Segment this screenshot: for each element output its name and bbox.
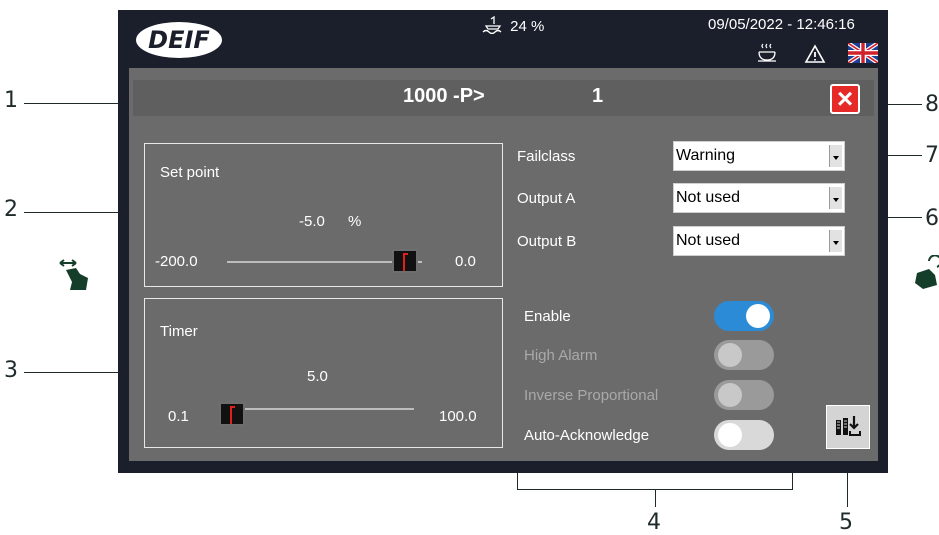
auto-acknowledge-toggle[interactable]	[714, 420, 774, 450]
output-a-label: Output A	[517, 190, 576, 207]
callout-bracket-4	[517, 489, 793, 490]
parameter-index: 1	[592, 85, 604, 107]
uk-flag-icon[interactable]	[848, 43, 878, 63]
chevron-down-icon	[829, 187, 842, 209]
timer-box: Timer 5.0 0.1 100.0	[144, 298, 503, 448]
status-icons	[752, 42, 882, 64]
callout-4: 4	[647, 510, 661, 535]
setpoint-label: Set point	[160, 164, 220, 181]
fuel-level: 24 %	[480, 15, 545, 35]
setpoint-unit: %	[348, 213, 362, 230]
inverse-proportional-label: Inverse Proportional	[524, 387, 659, 404]
failclass-select[interactable]: Warning	[673, 141, 845, 171]
fuel-icon	[482, 15, 502, 35]
callout-6: 6	[925, 206, 939, 231]
dialog-title-bar: 1000 -P> 1 ×	[133, 80, 874, 116]
timer-value: 5.0	[307, 368, 328, 385]
heater-icon[interactable]	[756, 42, 778, 64]
callout-1: 1	[4, 88, 18, 113]
callout-5: 5	[839, 510, 853, 535]
output-a-select[interactable]: Not used	[673, 183, 845, 213]
output-b-select[interactable]: Not used	[673, 226, 845, 256]
settings-dialog: 1000 -P> 1 × Set point -5.0 % -200.0 0.0…	[129, 68, 878, 461]
high-alarm-label: High Alarm	[524, 347, 598, 364]
timer-slider-track[interactable]	[239, 408, 414, 410]
close-button[interactable]: ×	[830, 84, 860, 114]
output-b-value: Not used	[676, 232, 741, 249]
failclass-value: Warning	[676, 147, 735, 164]
setpoint-max: 0.0	[455, 253, 476, 270]
download-button[interactable]	[826, 405, 870, 449]
download-icon	[836, 416, 861, 436]
callout-3: 3	[4, 358, 18, 383]
chevron-down-icon	[829, 230, 842, 252]
enable-label: Enable	[524, 308, 571, 325]
setpoint-value: -5.0	[299, 213, 325, 230]
inverse-proportional-toggle[interactable]	[714, 380, 774, 410]
parameter-name: 1000 -P>	[403, 85, 485, 107]
datetime: 09/05/2022 - 12:46:16	[708, 16, 855, 33]
callout-2: 2	[4, 197, 18, 222]
deif-logo: DEIF	[136, 22, 222, 58]
timer-slider-thumb[interactable]	[219, 402, 245, 426]
output-a-value: Not used	[676, 189, 741, 206]
failclass-label: Failclass	[517, 148, 576, 165]
fuel-value: 24 %	[510, 18, 545, 35]
callout-line-4-v	[655, 489, 656, 507]
callout-7: 7	[925, 143, 939, 168]
output-b-label: Output B	[517, 233, 577, 250]
timer-min: 0.1	[168, 408, 189, 425]
top-bar: DEIF 24 % 09/05/2022 - 12:46:16	[118, 10, 888, 68]
timer-label: Timer	[160, 323, 198, 340]
callout-8: 8	[925, 92, 939, 117]
warning-icon[interactable]	[804, 44, 826, 64]
auto-acknowledge-label: Auto-Acknowledge	[524, 427, 650, 444]
setpoint-box: Set point -5.0 % -200.0 0.0	[144, 143, 503, 287]
swipe-hand-icon	[56, 258, 92, 301]
controller-screen: DEIF 24 % 09/05/2022 - 12:46:16 1000 -P>…	[118, 10, 888, 473]
close-icon: ×	[836, 83, 854, 114]
chevron-down-icon	[829, 145, 842, 167]
high-alarm-toggle[interactable]	[714, 340, 774, 370]
setpoint-slider-thumb[interactable]	[392, 249, 418, 273]
tap-hand-icon	[913, 254, 939, 298]
timer-max: 100.0	[439, 408, 477, 425]
enable-toggle[interactable]	[714, 301, 774, 331]
setpoint-min: -200.0	[155, 253, 198, 270]
